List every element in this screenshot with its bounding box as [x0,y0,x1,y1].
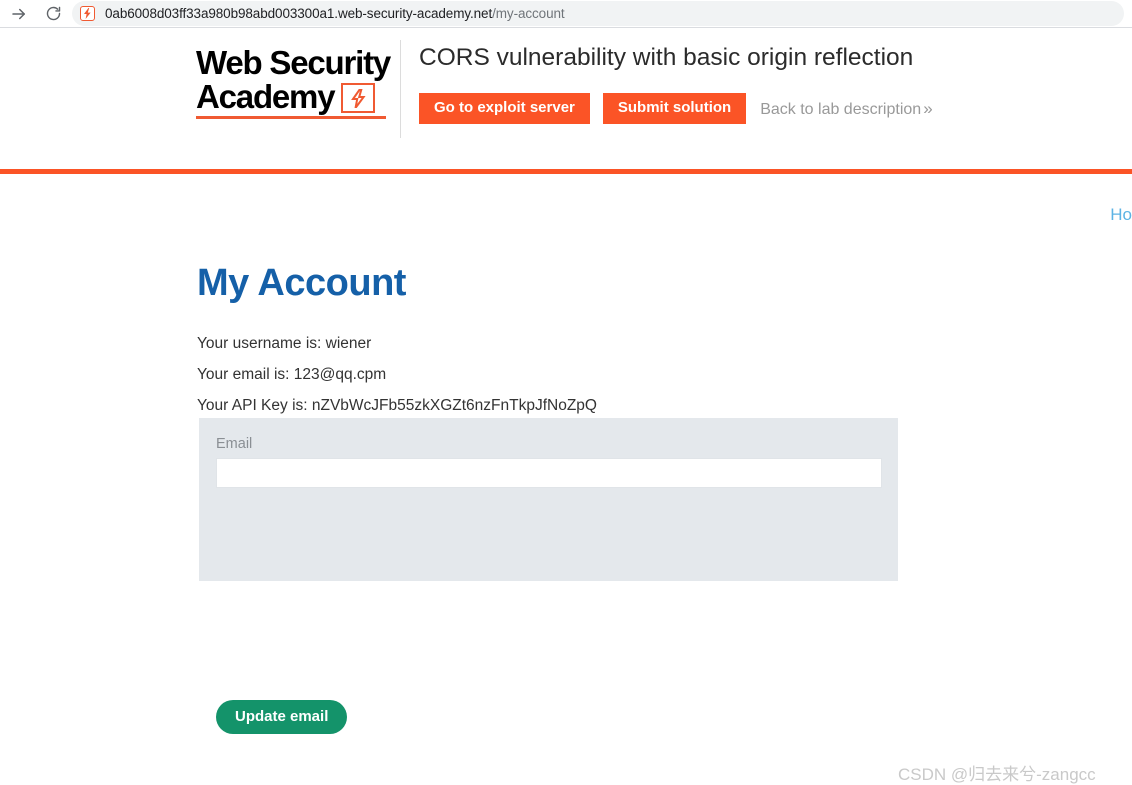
lightning-bolt-icon [341,83,376,113]
url-path: /my-account [492,6,565,21]
logo-line-1: Web Security [196,44,391,81]
email-field-label: Email [216,436,253,452]
username-line: Your username is: wiener [197,335,372,352]
lab-header: Web Security Academy CORS vulnerability … [0,28,1132,172]
url-text: 0ab6008d03ff33a980b98abd003300a1.web-sec… [105,6,565,21]
logo-line-2: Academy [196,78,336,115]
update-email-form: Email Update email [199,418,898,734]
email-input[interactable] [216,458,882,488]
page-title: My Account [197,262,406,304]
lab-title: CORS vulnerability with basic origin ref… [419,44,914,71]
watermark: CSDN @归去来兮-zangcc [898,765,1096,784]
web-security-academy-logo[interactable]: Web Security Academy [196,46,392,119]
reload-icon[interactable] [40,1,66,27]
home-link[interactable]: Ho [1110,205,1132,225]
lightning-bolt-favicon [80,6,95,21]
address-bar[interactable]: 0ab6008d03ff33a980b98abd003300a1.web-sec… [72,1,1124,26]
email-line: Your email is: 123@qq.cpm [197,366,387,383]
api-key-line: Your API Key is: nZVbWcJFb55zkXGZt6nzFnT… [197,397,597,414]
update-email-button[interactable]: Update email [216,700,348,734]
forward-arrow-icon[interactable] [6,1,32,27]
submit-solution-button[interactable]: Submit solution [602,93,747,124]
lab-actions: Go to exploit server Submit solution Bac… [419,93,933,124]
url-host: 0ab6008d03ff33a980b98abd003300a1.web-sec… [105,6,493,21]
double-chevron-right-icon: » [923,98,933,118]
header-vertical-divider [400,40,401,138]
back-to-lab-description-link[interactable]: Back to lab description» [760,99,932,119]
go-to-exploit-server-button[interactable]: Go to exploit server [419,93,590,124]
page-content: Ho My Account Your username is: wiener Y… [0,174,1132,784]
back-link-label: Back to lab description [760,100,922,118]
logo-underline [196,116,386,119]
